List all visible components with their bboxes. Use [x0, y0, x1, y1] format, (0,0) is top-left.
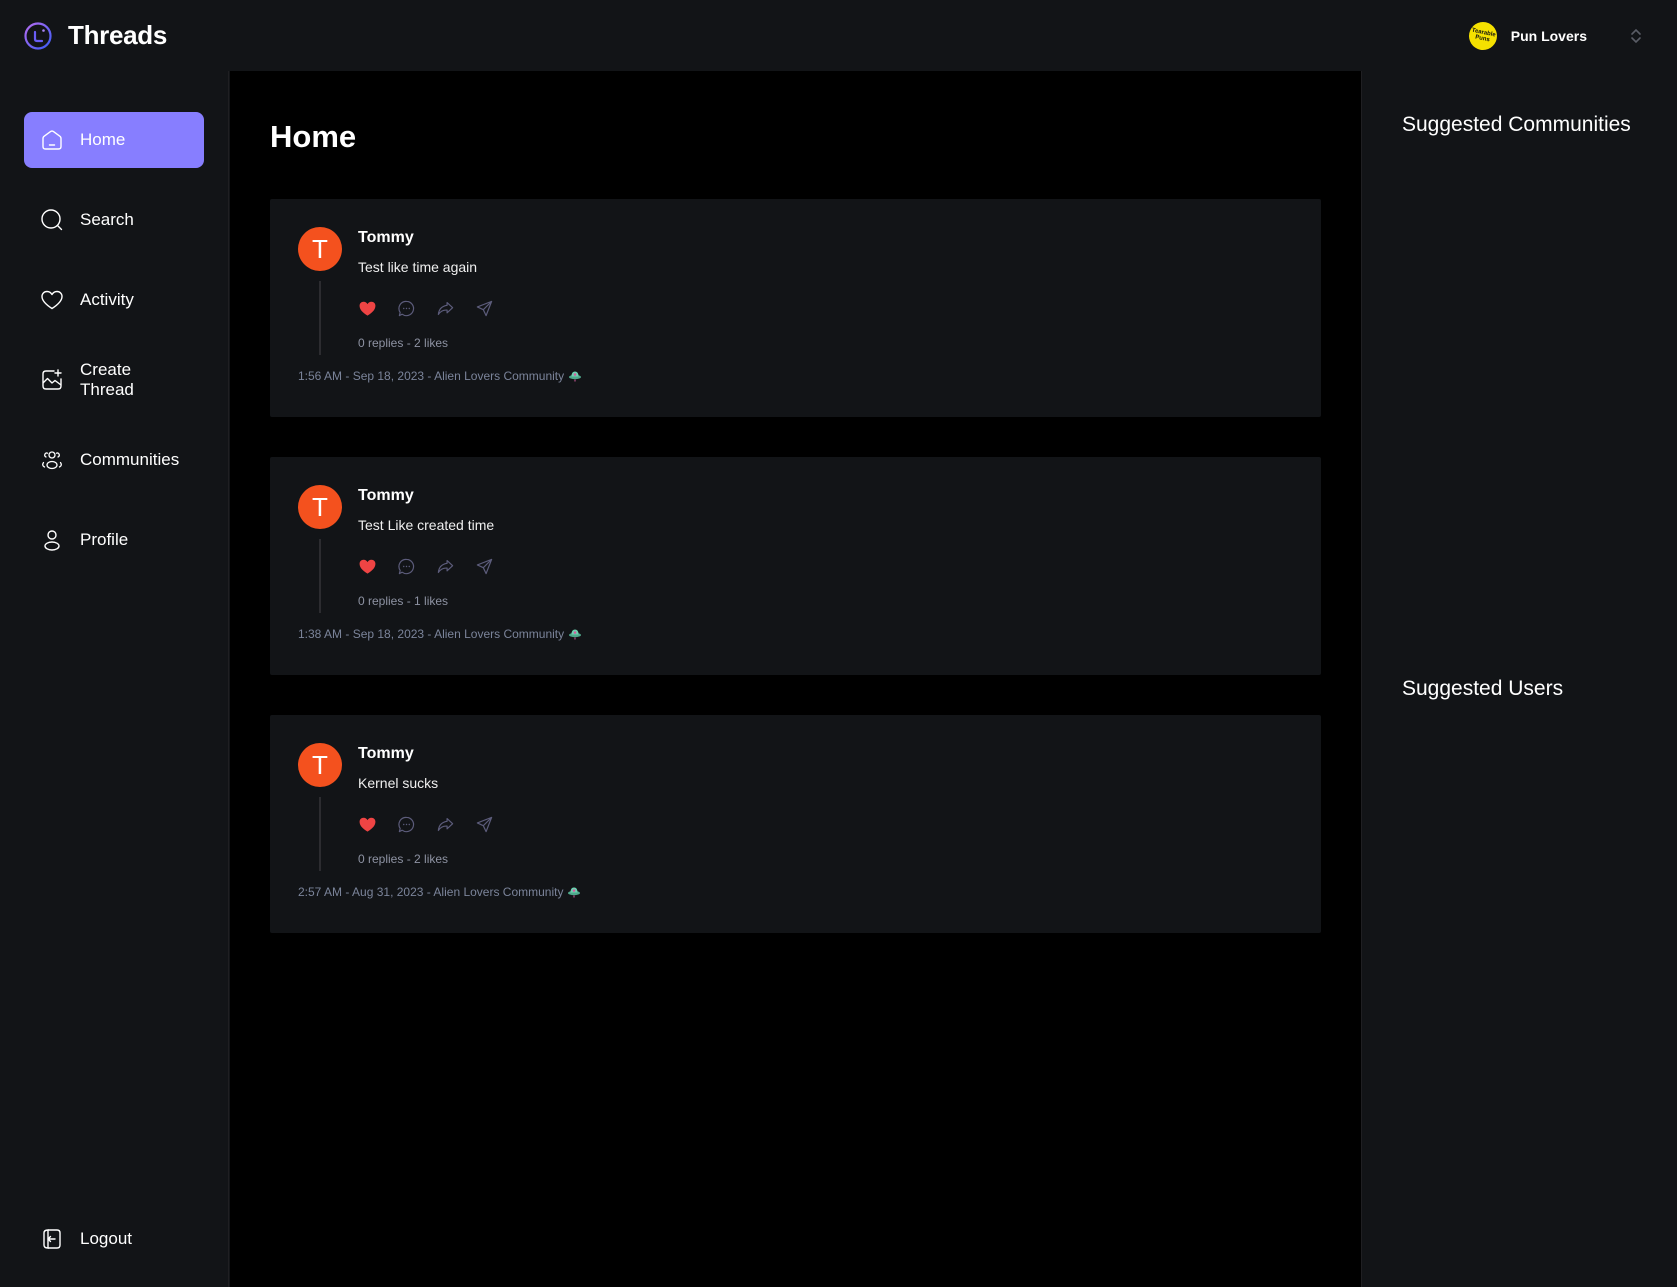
sidebar-item-label: Activity — [80, 290, 134, 309]
sidebar-item-create-thread[interactable]: Create Thread — [24, 352, 204, 408]
thread-timestamp-community[interactable]: 2:57 AM - Aug 31, 2023 - Alien Lovers Co… — [298, 885, 563, 899]
page-title: Home — [270, 119, 357, 154]
author-avatar[interactable]: T — [298, 743, 342, 787]
thread-card[interactable]: T Tommy Kernel sucks 0 replies - 2 likes… — [270, 715, 1321, 933]
share-icon[interactable] — [475, 299, 494, 318]
reply-like-counts[interactable]: 0 replies - 1 likes — [358, 594, 1293, 608]
ufo-icon — [569, 371, 582, 382]
suggested-communities-section: Suggested Communities — [1402, 111, 1637, 675]
thread-timestamp-community[interactable]: 1:56 AM - Sep 18, 2023 - Alien Lovers Co… — [298, 369, 564, 383]
chevron-up-down-icon[interactable] — [1629, 26, 1643, 46]
thread-text: Kernel sucks — [358, 775, 439, 791]
sidebar-item-label: Profile — [80, 530, 129, 549]
logout-icon — [43, 1229, 61, 1249]
thread-line — [319, 539, 321, 613]
ufo-icon — [569, 629, 582, 640]
home-icon — [42, 130, 62, 150]
create-image-icon — [42, 369, 62, 390]
app-title: Threads — [68, 20, 168, 50]
heart-filled-icon[interactable] — [358, 815, 377, 834]
author-name[interactable]: Tommy — [358, 744, 1293, 764]
thread-actions — [358, 298, 1293, 318]
sidebar-item-label: Search — [80, 210, 134, 229]
reply-icon[interactable] — [397, 299, 416, 318]
thread-actions — [358, 814, 1293, 834]
organization-switcher[interactable]: Tearable Puns Pun Lovers — [1466, 18, 1643, 53]
organization-name: Pun Lovers — [1510, 27, 1587, 44]
share-icon[interactable] — [475, 815, 494, 834]
thread-actions — [358, 556, 1293, 576]
thread-footer: 2:57 AM - Aug 31, 2023 - Alien Lovers Co… — [298, 885, 1293, 899]
author-avatar[interactable]: T — [298, 485, 342, 529]
sidebar-item-label: Communities — [80, 450, 180, 469]
threads-logo-icon — [24, 21, 52, 50]
user-icon — [44, 530, 60, 551]
logout-container: Logout — [0, 1211, 228, 1267]
sidebar-item-search[interactable]: Search — [24, 192, 204, 248]
reply-like-counts[interactable]: 0 replies - 2 likes — [358, 852, 1293, 866]
repost-icon[interactable] — [436, 557, 455, 576]
heart-icon — [41, 290, 63, 310]
author-name[interactable]: Tommy — [358, 228, 1293, 248]
thread-line — [319, 797, 321, 871]
thread-footer: 1:56 AM - Sep 18, 2023 - Alien Lovers Co… — [298, 369, 1293, 383]
sidebar-item-label: Home — [80, 130, 126, 149]
author-name[interactable]: Tommy — [358, 486, 1293, 506]
thread-text: Test like time again — [358, 259, 478, 275]
sidebar-item-label: Create Thread — [80, 360, 134, 399]
organization-avatar: Tearable Puns — [1466, 18, 1500, 53]
share-icon[interactable] — [475, 557, 494, 576]
heart-filled-icon[interactable] — [358, 557, 377, 576]
thread-timestamp-community[interactable]: 1:38 AM - Sep 18, 2023 - Alien Lovers Co… — [298, 627, 564, 641]
sidebar-item-home[interactable]: Home — [24, 112, 204, 168]
author-avatar[interactable]: T — [298, 227, 342, 271]
right-sidebar: Suggested Communities Suggested Users — [1361, 71, 1677, 1287]
search-icon — [41, 209, 63, 231]
heart-filled-icon[interactable] — [358, 299, 377, 318]
ufo-icon — [568, 887, 581, 898]
reply-icon[interactable] — [397, 815, 416, 834]
suggested-users-title: Suggested Users — [1402, 677, 1564, 700]
logout-button[interactable]: Logout — [24, 1211, 204, 1267]
repost-icon[interactable] — [436, 299, 455, 318]
suggested-users-section: Suggested Users — [1402, 675, 1637, 1239]
reply-icon[interactable] — [397, 557, 416, 576]
community-icon — [42, 451, 62, 470]
repost-icon[interactable] — [436, 815, 455, 834]
suggested-communities-title: Suggested Communities — [1402, 113, 1631, 136]
left-sidebar: Home Search Activity Create Thread Commu… — [0, 71, 229, 1287]
sidebar-item-activity[interactable]: Activity — [24, 272, 204, 328]
thread-card[interactable]: T Tommy Test Like created time 0 replies… — [270, 457, 1321, 675]
thread-line — [319, 281, 321, 355]
brand[interactable]: Threads — [24, 20, 167, 51]
thread-footer: 1:38 AM - Sep 18, 2023 - Alien Lovers Co… — [298, 627, 1293, 641]
logout-label: Logout — [80, 1229, 132, 1248]
top-bar: Threads Tearable Puns Pun Lovers — [0, 0, 1677, 71]
reply-like-counts[interactable]: 0 replies - 2 likes — [358, 336, 1293, 350]
thread-card[interactable]: T Tommy Test like time again 0 replies -… — [270, 199, 1321, 417]
sidebar-item-profile[interactable]: Profile — [24, 512, 204, 568]
thread-text: Test Like created time — [358, 517, 495, 533]
sidebar-item-communities[interactable]: Communities — [24, 432, 204, 488]
main-content: Home T Tommy Test like time again 0 repl… — [230, 71, 1361, 1287]
